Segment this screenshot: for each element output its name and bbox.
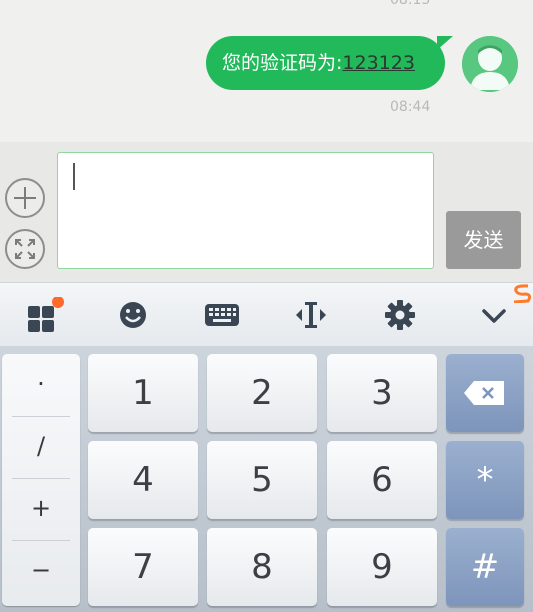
keyboard-settings-button[interactable] [382,297,418,333]
digit-key-2[interactable]: 2 [207,354,317,432]
symbol-key-minus[interactable]: − [2,540,80,600]
add-attachment-button[interactable] [5,178,45,218]
send-button[interactable]: 发送 [446,211,521,269]
cursor-icon [296,302,326,328]
expand-icon [15,239,35,259]
message-input[interactable] [57,152,434,269]
delete-key[interactable] [446,354,524,432]
digit-key-4[interactable]: 4 [88,441,198,519]
cursor-control-button[interactable] [293,297,329,333]
message-input-bar: 发送 [0,142,533,282]
collapse-keyboard-button[interactable] [476,297,512,333]
message-timestamp: 08:44 [390,99,431,115]
gear-icon [385,300,415,330]
message-text: 您的验证码为: [222,52,343,74]
symbol-key-dot[interactable]: · [2,354,80,414]
digit-key-7[interactable]: 7 [88,528,198,606]
emoji-icon [120,302,146,328]
digit-key-1[interactable]: 1 [88,354,198,432]
chat-area: 08:15 您的验证码为:123123 08:44 [0,0,533,142]
text-cursor [73,163,75,190]
digit-key-8[interactable]: 8 [207,528,317,606]
emoji-button[interactable] [115,297,151,333]
digit-key-5[interactable]: 5 [207,441,317,519]
symbol-key-slash[interactable]: / [2,416,80,476]
hash-key[interactable]: # [446,528,524,606]
keyboard-icon [205,304,239,326]
digit-key-9[interactable]: 9 [327,528,437,606]
keyboard-toolbar [0,282,533,346]
avatar[interactable] [462,36,518,92]
keyboard-switch-button[interactable] [203,297,241,333]
sogou-logo-icon [513,284,532,304]
previous-timestamp: 08:15 [390,0,431,8]
user-avatar-icon [462,36,518,92]
expand-input-button[interactable] [5,229,45,269]
digit-key-6[interactable]: 6 [327,441,437,519]
message-bubble[interactable]: 您的验证码为:123123 [206,36,453,90]
apps-icon [28,296,64,332]
verification-code-link[interactable]: 123123 [342,52,415,74]
plus-icon [14,187,36,209]
symbol-column: · / + − [2,354,80,606]
apps-button[interactable] [25,296,64,333]
symbol-key-plus[interactable]: + [2,478,80,538]
notification-dot [52,296,64,308]
backspace-icon [464,381,504,405]
numeric-keypad: · / + − 1 2 3 4 5 6 * 7 8 9 # [0,346,533,612]
digit-key-3[interactable]: 3 [327,354,437,432]
chevron-down-icon [482,309,506,323]
sogou-logo [508,283,533,304]
star-key[interactable]: * [446,441,524,519]
